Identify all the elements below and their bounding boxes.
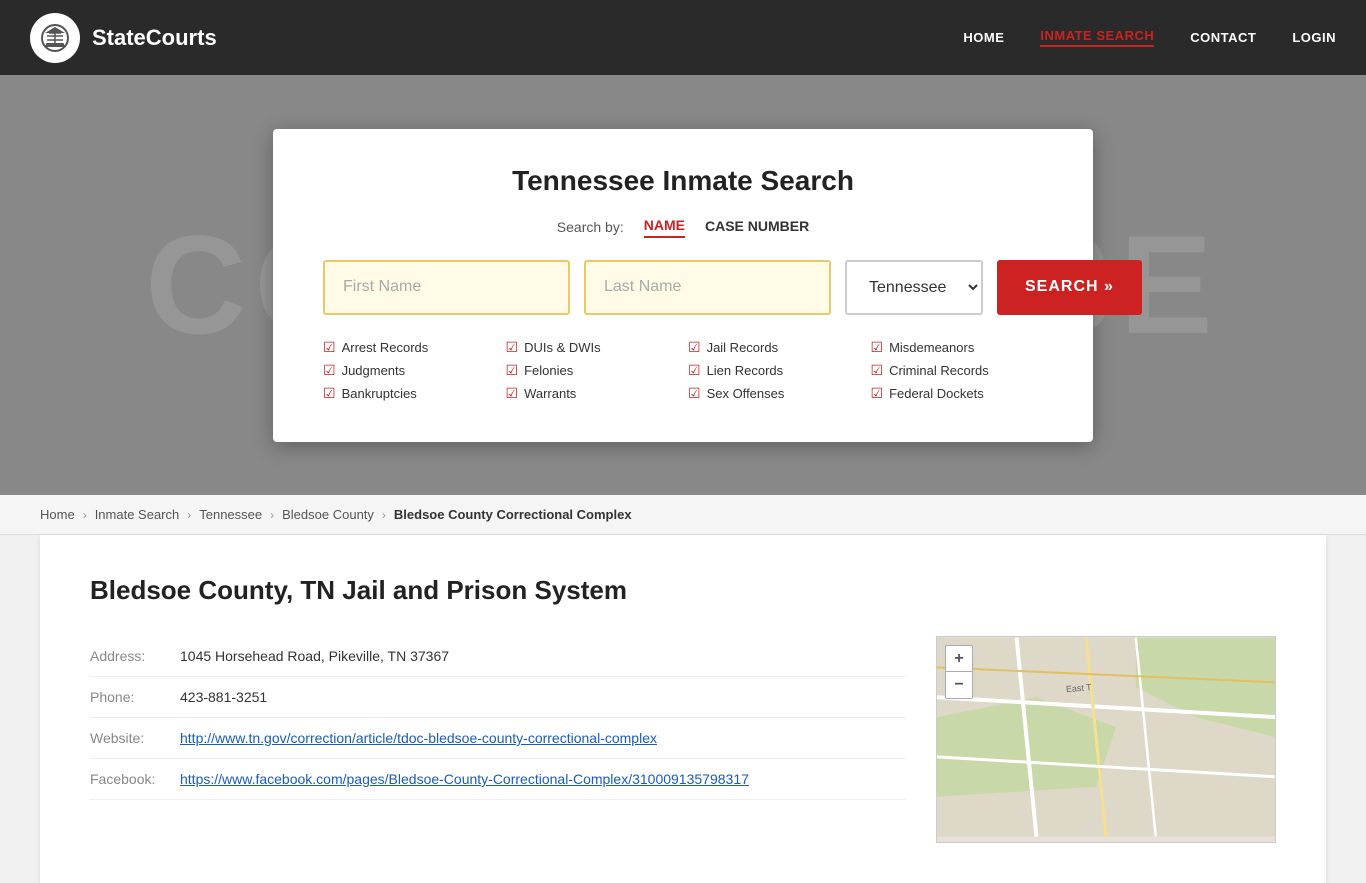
search-fields-row: Tennessee Alabama Alaska Arizona Califor…	[323, 260, 1043, 315]
feature-label: Misdemeanors	[889, 340, 974, 355]
feature-item: ☑ Bankruptcies	[323, 385, 496, 402]
feature-label: Judgments	[342, 363, 406, 378]
info-and-map: Address: 1045 Horsehead Road, Pikeville,…	[90, 636, 1276, 843]
check-icon: ☑	[871, 385, 884, 402]
check-icon: ☑	[688, 339, 701, 356]
feature-label: Bankruptcies	[342, 386, 417, 401]
phone-label: Phone:	[90, 689, 180, 705]
search-by-label: Search by:	[557, 219, 624, 235]
check-icon: ☑	[323, 362, 336, 379]
phone-value: 423-881-3251	[180, 689, 267, 705]
site-logo[interactable]: StateCourts	[30, 13, 217, 63]
feature-item: ☑ Felonies	[506, 362, 679, 379]
address-value: 1045 Horsehead Road, Pikeville, TN 37367	[180, 648, 449, 664]
feature-label: Criminal Records	[889, 363, 989, 378]
breadcrumb-bledsoe-county[interactable]: Bledsoe County	[282, 507, 374, 522]
website-label: Website:	[90, 730, 180, 746]
check-icon: ☑	[506, 362, 519, 379]
feature-item: ☑ Jail Records	[688, 339, 861, 356]
feature-item: ☑ Arrest Records	[323, 339, 496, 356]
breadcrumb-home[interactable]: Home	[40, 507, 75, 522]
nav-contact[interactable]: CONTACT	[1190, 30, 1256, 45]
phone-row: Phone: 423-881-3251	[90, 677, 906, 718]
feature-label: DUIs & DWIs	[524, 340, 601, 355]
main-nav: HOME INMATE SEARCH CONTACT LOGIN	[963, 28, 1336, 47]
map-container: + − East T	[936, 636, 1276, 843]
breadcrumb-inmate-search[interactable]: Inmate Search	[95, 507, 180, 522]
feature-item: ☑ Criminal Records	[871, 362, 1044, 379]
facebook-link[interactable]: https://www.facebook.com/pages/Bledsoe-C…	[180, 771, 749, 787]
modal-title: Tennessee Inmate Search	[323, 165, 1043, 197]
feature-label: Federal Dockets	[889, 386, 984, 401]
website-value: http://www.tn.gov/correction/article/tdo…	[180, 730, 657, 746]
breadcrumb-sep-1: ›	[83, 508, 87, 522]
facility-title: Bledsoe County, TN Jail and Prison Syste…	[90, 575, 1276, 606]
info-section: Address: 1045 Horsehead Road, Pikeville,…	[90, 636, 906, 843]
search-by-row: Search by: NAME CASE NUMBER	[323, 217, 1043, 238]
map-svg: East T	[937, 637, 1275, 837]
feature-item: ☑ Judgments	[323, 362, 496, 379]
check-icon: ☑	[688, 362, 701, 379]
check-icon: ☑	[871, 362, 884, 379]
site-header: StateCourts HOME INMATE SEARCH CONTACT L…	[0, 0, 1366, 75]
feature-item: ☑ DUIs & DWIs	[506, 339, 679, 356]
feature-item: ☑ Warrants	[506, 385, 679, 402]
feature-label: Lien Records	[707, 363, 784, 378]
content-area: Bledsoe County, TN Jail and Prison Syste…	[40, 535, 1326, 883]
map-zoom-in[interactable]: +	[946, 646, 972, 672]
feature-label: Felonies	[524, 363, 573, 378]
check-icon: ☑	[323, 339, 336, 356]
facebook-label: Facebook:	[90, 771, 180, 787]
features-grid: ☑ Arrest Records ☑ DUIs & DWIs ☑ Jail Records…	[323, 339, 1043, 402]
nav-home[interactable]: HOME	[963, 30, 1004, 45]
state-select[interactable]: Tennessee Alabama Alaska Arizona Califor…	[845, 260, 983, 315]
check-icon: ☑	[506, 339, 519, 356]
feature-label: Jail Records	[707, 340, 779, 355]
feature-label: Arrest Records	[342, 340, 429, 355]
first-name-input[interactable]	[323, 260, 570, 315]
last-name-input[interactable]	[584, 260, 831, 315]
nav-login[interactable]: LOGIN	[1292, 30, 1336, 45]
tab-case-number[interactable]: CASE NUMBER	[705, 218, 809, 237]
breadcrumb-tennessee[interactable]: Tennessee	[199, 507, 262, 522]
facebook-row: Facebook: https://www.facebook.com/pages…	[90, 759, 906, 800]
check-icon: ☑	[506, 385, 519, 402]
logo-label: StateCourts	[92, 25, 217, 51]
feature-item: ☑ Federal Dockets	[871, 385, 1044, 402]
nav-inmate-search[interactable]: INMATE SEARCH	[1040, 28, 1154, 47]
feature-item: ☑ Lien Records	[688, 362, 861, 379]
map-zoom-out[interactable]: −	[946, 672, 972, 698]
feature-label: Warrants	[524, 386, 576, 401]
address-label: Address:	[90, 648, 180, 664]
logo-icon	[30, 13, 80, 63]
website-link[interactable]: http://www.tn.gov/correction/article/tdo…	[180, 730, 657, 746]
breadcrumb-current: Bledsoe County Correctional Complex	[394, 507, 632, 522]
search-modal: Tennessee Inmate Search Search by: NAME …	[273, 129, 1093, 442]
website-row: Website: http://www.tn.gov/correction/ar…	[90, 718, 906, 759]
address-row: Address: 1045 Horsehead Road, Pikeville,…	[90, 636, 906, 677]
tab-name[interactable]: NAME	[644, 217, 685, 238]
breadcrumb-sep-4: ›	[382, 508, 386, 522]
breadcrumb-sep-2: ›	[187, 508, 191, 522]
breadcrumb-sep-3: ›	[270, 508, 274, 522]
feature-item: ☑ Misdemeanors	[871, 339, 1044, 356]
feature-label: Sex Offenses	[707, 386, 785, 401]
search-button[interactable]: SEARCH »	[997, 260, 1142, 315]
check-icon: ☑	[871, 339, 884, 356]
hero-section: COURTHOUSE Tennessee Inmate Search Searc…	[0, 75, 1366, 495]
map-zoom-controls: + −	[945, 645, 973, 699]
feature-item: ☑ Sex Offenses	[688, 385, 861, 402]
breadcrumb: Home › Inmate Search › Tennessee › Bleds…	[0, 495, 1366, 535]
facebook-value: https://www.facebook.com/pages/Bledsoe-C…	[180, 771, 749, 787]
check-icon: ☑	[688, 385, 701, 402]
check-icon: ☑	[323, 385, 336, 402]
